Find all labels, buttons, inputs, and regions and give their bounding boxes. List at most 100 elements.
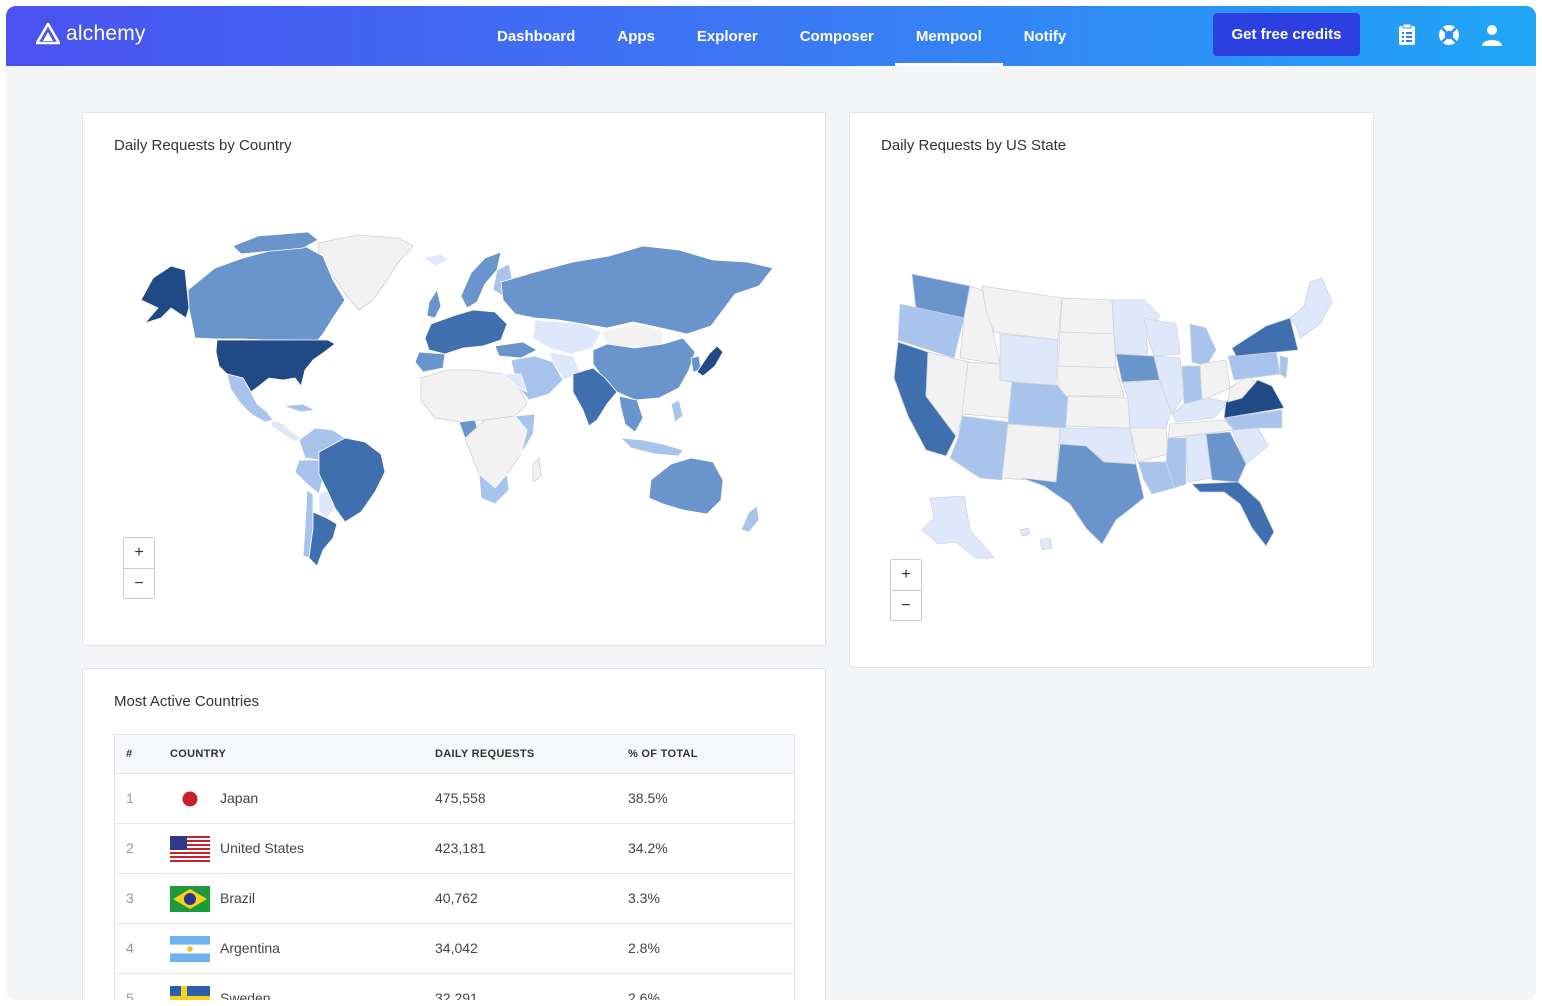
us-map-zoom-out-button[interactable]: −	[891, 590, 921, 620]
row-country: Japan	[220, 790, 259, 806]
us-map-zoom-control: + −	[890, 559, 922, 621]
state-nebraska[interactable]	[1057, 365, 1125, 397]
map-region-philippines[interactable]	[670, 399, 684, 423]
state-indiana[interactable]	[1181, 365, 1203, 405]
row-rank: 2	[126, 840, 134, 856]
world-map-zoom-out-button[interactable]: −	[124, 568, 154, 598]
nav-mempool[interactable]: Mempool	[894, 6, 1003, 66]
row-country: United States	[220, 840, 305, 856]
map-region-iceland[interactable]	[422, 253, 450, 267]
nav-links: Dashboard Apps Explorer Composer Mempool…	[476, 6, 1087, 66]
most-active-countries-title: Most Active Countries	[114, 693, 260, 710]
lifebuoy-icon[interactable]	[1437, 23, 1461, 47]
column-percent-total[interactable]: % OF TOTAL	[628, 748, 698, 760]
table-header: # COUNTRY DAILY REQUESTS % OF TOTAL	[115, 735, 794, 774]
table-row[interactable]: 4 Argentina 34,042 2.8%	[115, 924, 794, 974]
japan-flag-icon	[182, 791, 198, 807]
state-florida[interactable]	[1191, 481, 1275, 547]
state-colorado[interactable]	[1007, 381, 1069, 429]
state-ohio[interactable]	[1199, 359, 1231, 401]
state-iowa[interactable]	[1115, 353, 1161, 383]
map-region-new-zealand[interactable]	[740, 505, 760, 533]
row-requests: 32,291	[435, 990, 478, 1000]
state-kansas[interactable]	[1065, 395, 1131, 429]
table-row[interactable]: 1 Japan 475,558 38.5%	[115, 774, 794, 824]
alchemy-logo-icon	[36, 23, 60, 45]
map-region-iberia[interactable]	[414, 351, 446, 373]
row-percent: 2.6%	[628, 990, 660, 1000]
top-navbar: alchemy Dashboard Apps Explorer Composer…	[6, 6, 1536, 66]
map-region-united-kingdom[interactable]	[426, 289, 442, 319]
state-hawaii[interactable]	[1019, 527, 1053, 551]
clipboard-icon[interactable]	[1395, 23, 1419, 47]
state-wisconsin[interactable]	[1143, 317, 1181, 357]
state-new-jersey[interactable]	[1279, 355, 1289, 379]
row-rank: 4	[126, 940, 134, 956]
row-requests: 34,042	[435, 940, 478, 956]
row-country: Brazil	[220, 890, 256, 906]
nav-notify[interactable]: Notify	[1003, 6, 1088, 66]
state-new-england[interactable]	[1289, 277, 1333, 339]
state-south-dakota[interactable]	[1057, 331, 1117, 369]
most-active-countries-card: Most Active Countries # COUNTRY DAILY RE…	[82, 668, 826, 1000]
world-map-zoom-control: + −	[123, 537, 155, 599]
table-row[interactable]: 5 Sweden 32,291 2.6%	[115, 974, 794, 1000]
us-map[interactable]	[890, 268, 1340, 568]
argentina-flag-icon	[170, 936, 210, 962]
row-requests: 423,181	[435, 840, 486, 856]
map-region-indonesia[interactable]	[620, 437, 684, 457]
us-map-title: Daily Requests by US State	[881, 137, 1067, 154]
user-icon[interactable]	[1480, 23, 1504, 47]
row-rank: 5	[126, 990, 134, 1000]
get-free-credits-button[interactable]: Get free credits	[1213, 13, 1360, 56]
app-window: alchemy Dashboard Apps Explorer Composer…	[6, 6, 1536, 1000]
map-region-australia[interactable]	[648, 457, 724, 515]
map-region-madagascar[interactable]	[532, 457, 542, 483]
row-requests: 475,558	[435, 790, 486, 806]
nav-composer[interactable]: Composer	[779, 6, 895, 66]
state-new-york[interactable]	[1231, 317, 1299, 357]
map-region-canada[interactable]	[187, 243, 346, 347]
map-region-caribbean[interactable]	[282, 403, 316, 413]
map-region-turkey[interactable]	[494, 341, 538, 359]
us-map-card: Daily Requests by US State + −	[849, 112, 1374, 668]
state-arkansas[interactable]	[1129, 427, 1169, 463]
nav-explorer[interactable]: Explorer	[676, 6, 779, 66]
table-row[interactable]: 2 United States 423,181 34.2%	[115, 824, 794, 874]
world-map-title: Daily Requests by Country	[114, 137, 292, 154]
row-percent: 38.5%	[628, 790, 668, 806]
us-flag-icon	[170, 836, 210, 862]
row-country: Sweden	[220, 990, 271, 1000]
state-wyoming[interactable]	[999, 333, 1059, 387]
state-michigan[interactable]	[1189, 323, 1217, 367]
sweden-flag-icon	[170, 986, 210, 1000]
row-country: Argentina	[220, 940, 280, 956]
world-map-card: Daily Requests by Country + −	[82, 112, 826, 646]
row-percent: 34.2%	[628, 840, 668, 856]
map-region-argentina[interactable]	[308, 511, 338, 567]
row-percent: 2.8%	[628, 940, 660, 956]
logo-text: alchemy	[66, 22, 146, 45]
countries-table: # COUNTRY DAILY REQUESTS % OF TOTAL 1 Ja…	[114, 734, 795, 1000]
map-region-alaska[interactable]	[140, 265, 190, 324]
state-alaska[interactable]	[921, 495, 995, 559]
world-map-zoom-in-button[interactable]: +	[124, 538, 154, 568]
map-region-japan[interactable]	[696, 345, 724, 377]
table-row[interactable]: 3 Brazil 40,762 3.3%	[115, 874, 794, 924]
nav-apps[interactable]: Apps	[596, 6, 676, 66]
column-country[interactable]: COUNTRY	[170, 748, 226, 760]
state-north-dakota[interactable]	[1059, 297, 1115, 335]
column-rank[interactable]: #	[126, 748, 132, 760]
us-map-zoom-in-button[interactable]: +	[891, 560, 921, 590]
map-region-western-europe[interactable]	[424, 309, 508, 355]
logo[interactable]: alchemy	[36, 22, 146, 46]
world-map[interactable]	[123, 228, 793, 568]
map-region-southeast-asia[interactable]	[618, 395, 644, 433]
row-percent: 3.3%	[628, 890, 660, 906]
state-montana[interactable]	[981, 285, 1063, 341]
nav-dashboard[interactable]: Dashboard	[476, 6, 596, 66]
column-daily-requests[interactable]: DAILY REQUESTS	[435, 748, 535, 760]
brazil-flag-icon	[170, 886, 210, 912]
map-region-central-america[interactable]	[270, 419, 302, 443]
state-new-mexico[interactable]	[1001, 423, 1061, 483]
